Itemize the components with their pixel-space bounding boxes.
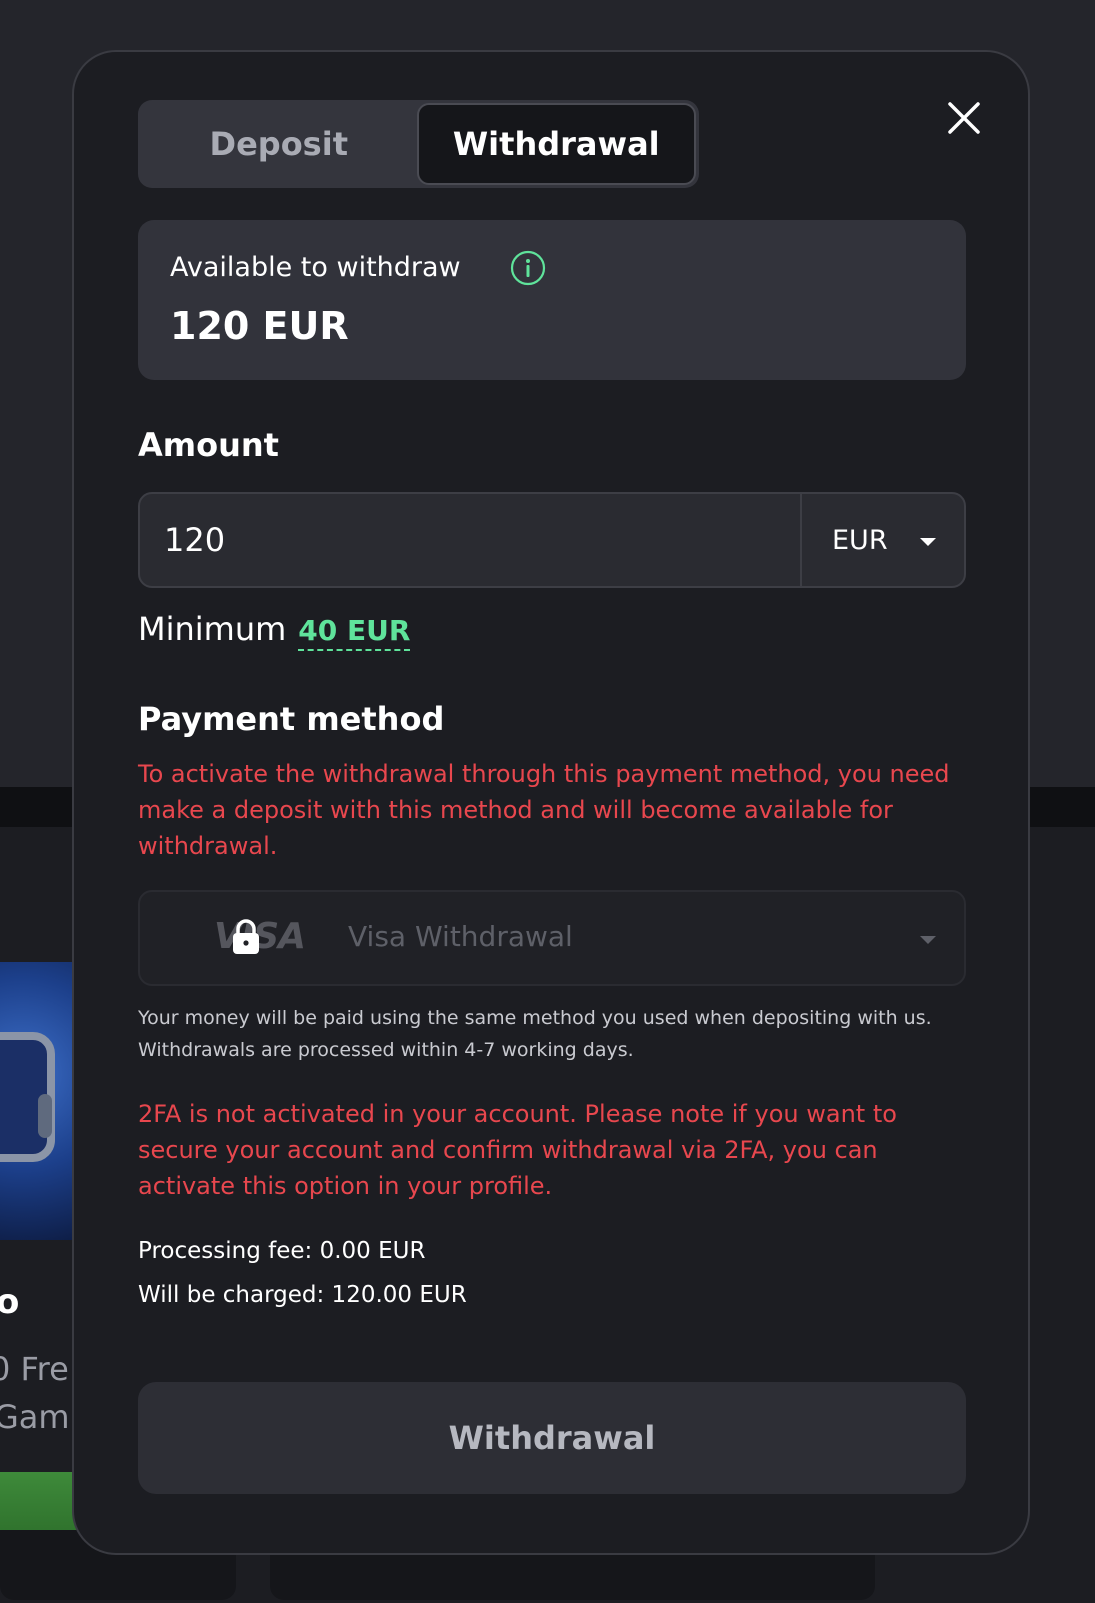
cashier-tabs: Deposit Withdrawal: [138, 100, 699, 188]
tab-withdrawal[interactable]: Withdrawal: [416, 103, 696, 185]
amount-field: EUR: [138, 492, 966, 588]
charged-amount: Will be charged: 120.00 EUR: [138, 1282, 467, 1308]
info-circle-icon[interactable]: [510, 250, 546, 286]
payment-method-note: Your money will be paid using the same m…: [138, 1007, 932, 1061]
minimum-label: Minimum: [138, 610, 287, 648]
lock-icon: [230, 918, 262, 956]
payment-method-label: Payment method: [138, 700, 445, 738]
available-amount: 120 EUR: [170, 304, 349, 348]
tab-deposit[interactable]: Deposit: [141, 103, 417, 185]
processing-fee: Processing fee: 0.00 EUR: [138, 1238, 426, 1264]
chevron-down-icon: [920, 538, 936, 546]
available-label: Available to withdraw: [170, 252, 461, 283]
payment-method-select[interactable]: VISA Visa Withdrawal: [138, 890, 966, 986]
background-card-line: Gam: [0, 1398, 70, 1436]
close-icon: [948, 102, 980, 134]
page: o 0 Fre Gam Deposit Withdrawal Available…: [0, 0, 1095, 1603]
currency-select[interactable]: EUR: [800, 494, 964, 586]
background-game-thumbnail[interactable]: [0, 962, 74, 1240]
minimum-row: Minimum 40 EUR: [138, 610, 411, 651]
withdrawal-modal: Deposit Withdrawal Available to withdraw…: [72, 50, 1030, 1555]
minimum-value-link[interactable]: 40 EUR: [298, 614, 411, 651]
twofa-warning: 2FA is not activated in your account. Pl…: [138, 1100, 897, 1200]
available-balance-card: Available to withdraw 120 EUR: [138, 220, 966, 380]
payment-method-name: Visa Withdrawal: [348, 920, 573, 953]
amount-label: Amount: [138, 426, 279, 464]
withdrawal-submit-button[interactable]: Withdrawal: [138, 1382, 966, 1494]
background-card-line: 0 Fre: [0, 1350, 69, 1388]
amount-input[interactable]: [140, 494, 800, 586]
currency-value: EUR: [832, 524, 888, 556]
close-button[interactable]: [944, 98, 984, 138]
chevron-down-icon: [920, 936, 936, 944]
background-thumbnail-shape: [38, 1094, 52, 1138]
background-card-title: o: [0, 1282, 20, 1322]
payment-method-warning: To activate the withdrawal through this …: [138, 760, 950, 860]
